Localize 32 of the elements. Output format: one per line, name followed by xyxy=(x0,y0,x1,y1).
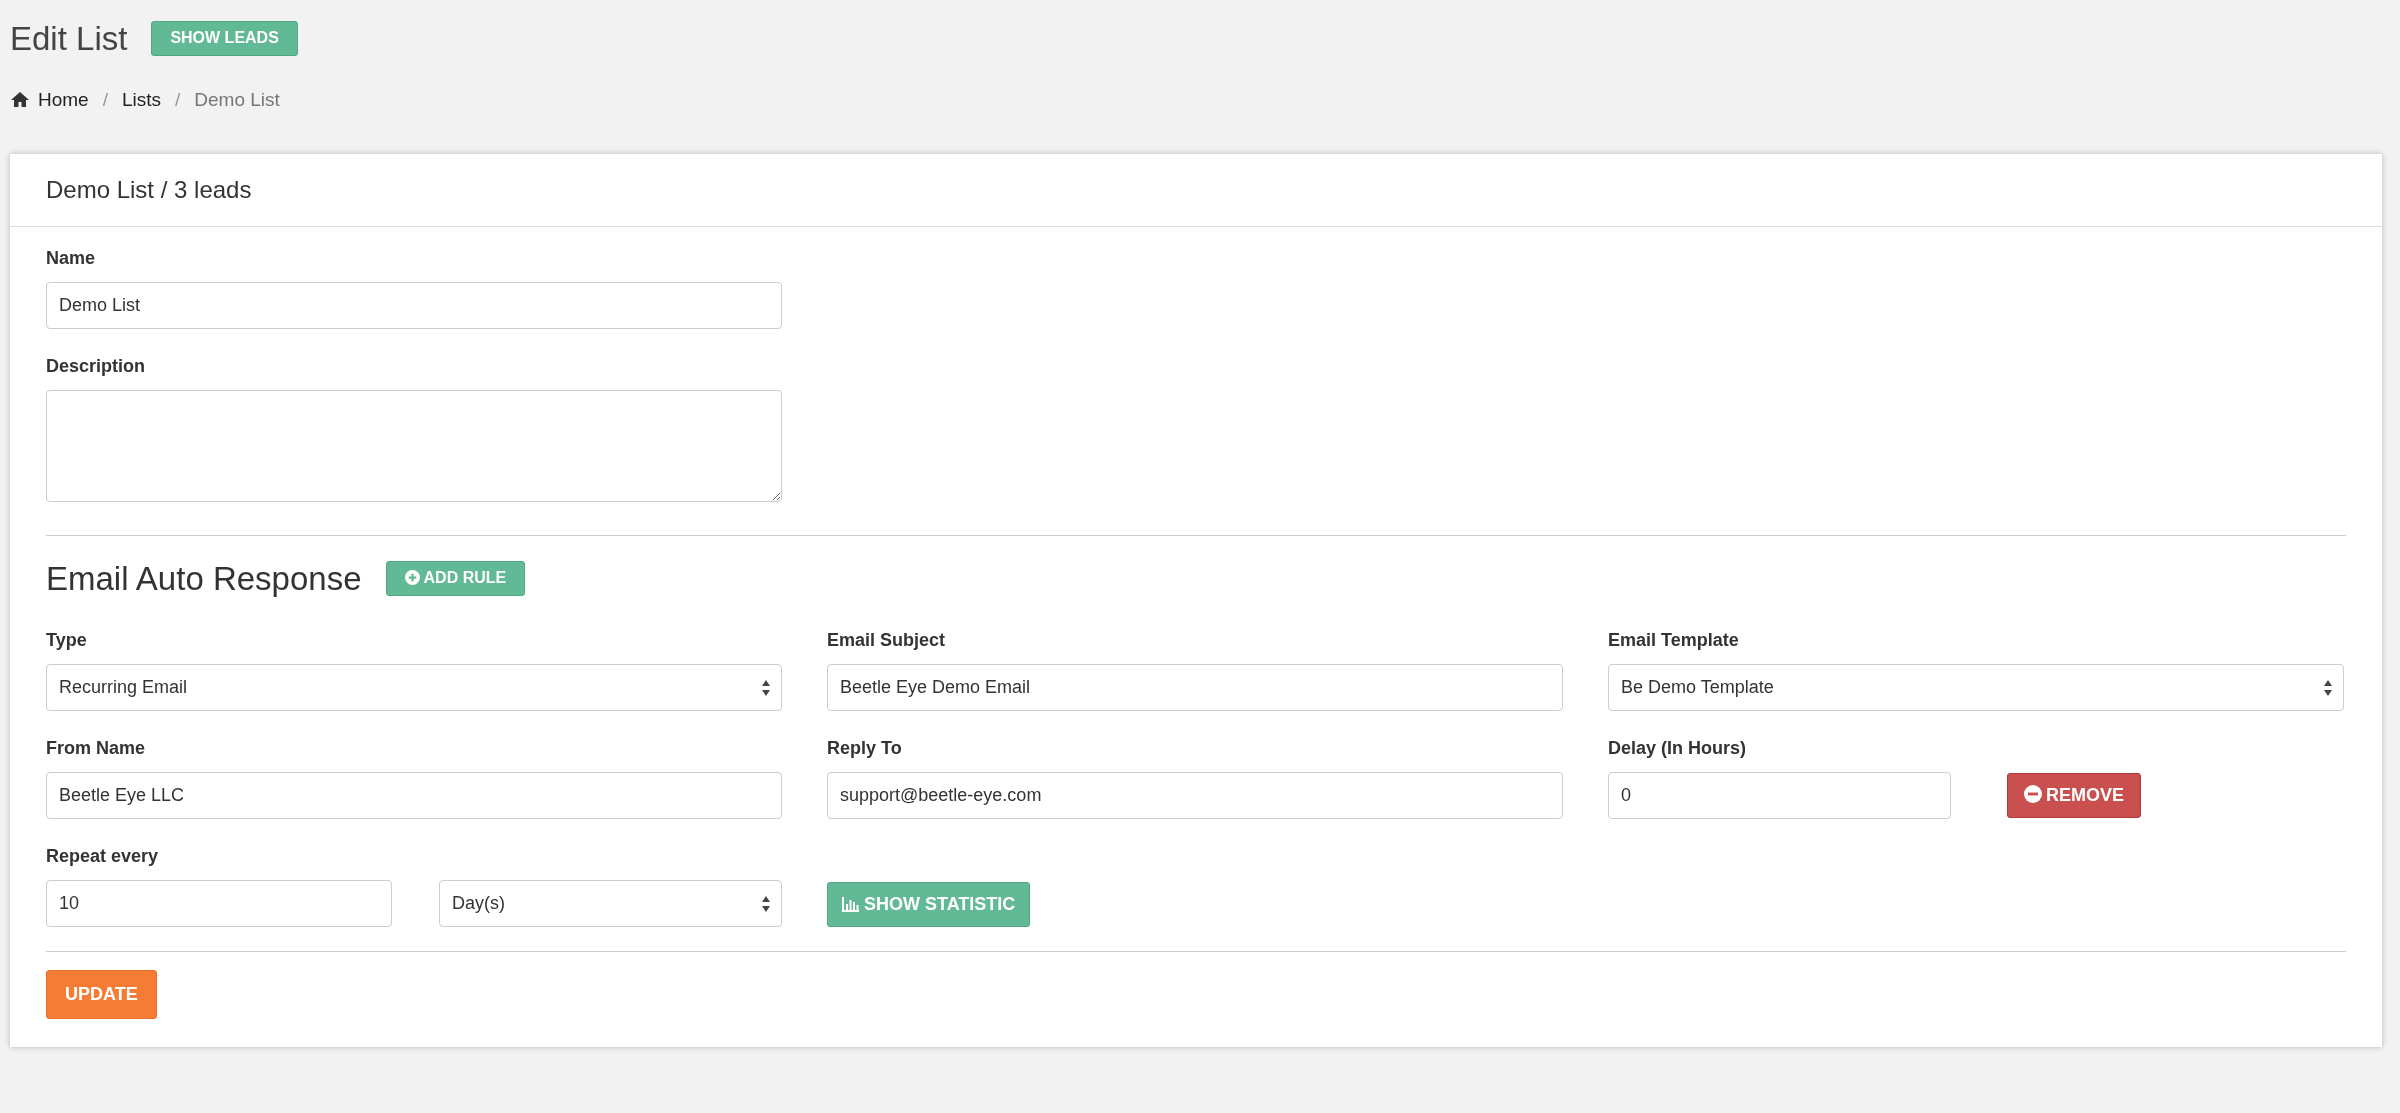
plus-circle-icon xyxy=(404,569,420,585)
breadcrumb-current: Demo List xyxy=(194,87,280,112)
dropdown-field[interactable]: Recurring Email xyxy=(46,664,782,711)
field-label: Email Template xyxy=(1608,629,1740,652)
home-icon xyxy=(10,91,30,109)
field-label: Name xyxy=(46,247,97,270)
dropdown-field[interactable]: Day(s) xyxy=(439,880,782,927)
input-field[interactable]: Demo List xyxy=(46,282,782,329)
breadcrumb-separator: / xyxy=(175,87,181,112)
text-area[interactable] xyxy=(46,390,782,502)
card-title: Demo List / 3 leads xyxy=(10,154,2382,227)
breadcrumb-link[interactable]: Lists xyxy=(121,85,162,114)
field-label: Email Subject xyxy=(827,629,947,652)
minus-circle-icon xyxy=(2024,785,2042,803)
input-field[interactable]: 10 xyxy=(46,880,392,927)
section-heading: Email Auto Response xyxy=(46,558,362,599)
field-label: Delay (In Hours) xyxy=(1608,737,1748,760)
input-field[interactable]: Beetle Eye Demo Email xyxy=(827,664,1563,711)
input-field[interactable]: support@beetle-eye.com xyxy=(827,772,1563,819)
field-label: From Name xyxy=(46,737,147,760)
breadcrumb-link[interactable]: Home xyxy=(10,85,89,114)
bar-chart-icon xyxy=(842,895,860,912)
remove-button[interactable]: REMOVE xyxy=(2007,773,2141,818)
field-label: Reply To xyxy=(827,737,903,760)
field-label: Type xyxy=(46,629,88,652)
dropdown-field[interactable]: Be Demo Template xyxy=(1608,664,2344,711)
field-label: Repeat every xyxy=(46,845,160,868)
breadcrumb-separator: / xyxy=(102,87,108,112)
field-label: Description xyxy=(46,355,147,378)
page-title: Edit List xyxy=(10,19,128,59)
input-field[interactable]: Beetle Eye LLC xyxy=(46,772,782,819)
input-field[interactable]: 0 xyxy=(1608,772,1951,819)
